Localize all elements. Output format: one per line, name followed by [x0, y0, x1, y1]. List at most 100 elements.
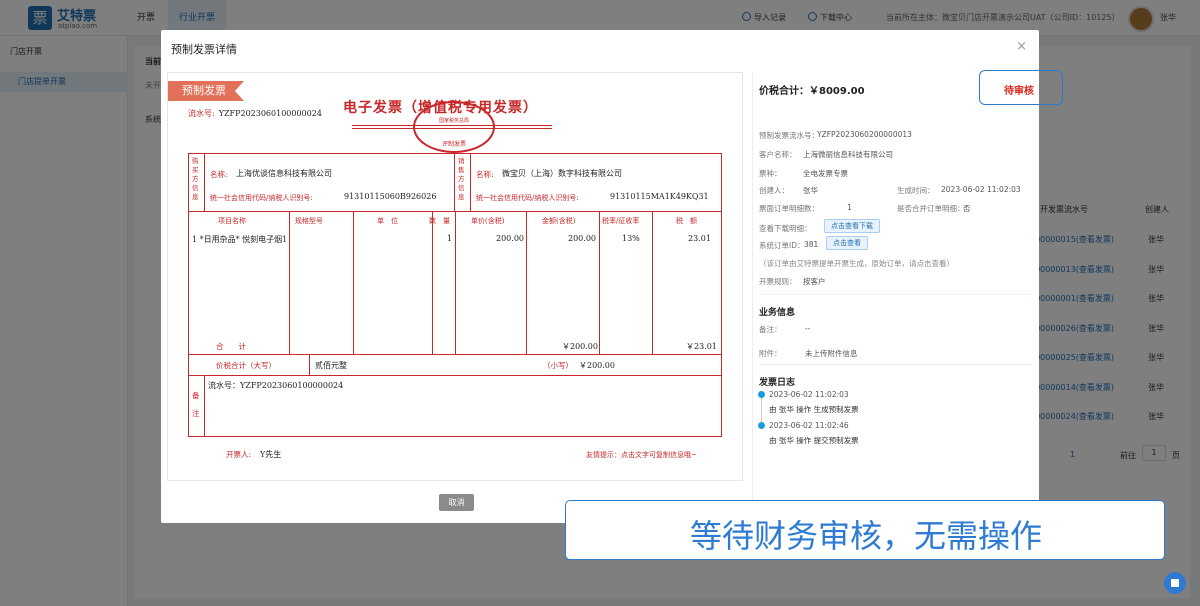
remark-value: --: [805, 324, 811, 333]
invoice-serial[interactable]: 流水号: YZFP2023060100000024: [188, 108, 322, 119]
field-value-merge: 否: [963, 204, 971, 213]
field-label-rule: 开票规则：: [759, 277, 797, 286]
buyer-tax-id-label: 统一社会信用代码/纳税人识别号:: [210, 194, 313, 202]
seller-name[interactable]: 微宝贝（上海）数字科技有限公司: [502, 168, 622, 179]
grid-line: [432, 211, 433, 354]
prefab-invoice-tag: 预制发票: [168, 81, 244, 101]
log-dot: [758, 391, 765, 398]
invoice-detail-modal: 预制发票详情 × 预制发票 流水号: YZFP2023060100000024 电…: [161, 30, 1063, 523]
grid-line: [526, 211, 527, 354]
total-small-label: （小写）: [543, 361, 573, 370]
remark-text[interactable]: 流水号：YZFP2023060100000024: [208, 380, 343, 391]
col-spec: 规格型号: [295, 217, 323, 225]
field-value-detail-count: 1: [847, 203, 852, 212]
invoice-seal: 国家税务总局 评制发票: [413, 101, 495, 153]
item-rate: 13%: [622, 234, 640, 243]
col-tax: 税 额: [676, 217, 697, 225]
business-info-title: 业务信息: [759, 308, 796, 318]
total-value: ￥8009.00: [809, 86, 865, 97]
field-label-serial: 预制发票流水号：: [759, 131, 819, 140]
log-time: 2023-06-02 11:02:03: [769, 390, 849, 399]
field-value-rule: 按客户: [803, 277, 826, 286]
buyer-tax-id[interactable]: 91310115060B926026: [344, 192, 436, 201]
invoice-log-title: 发票日志: [759, 378, 796, 388]
log-dot: [758, 422, 765, 429]
close-icon[interactable]: ×: [1016, 39, 1027, 54]
buyer-side-label: 购买方信息: [192, 157, 199, 201]
cancel-button[interactable]: 取消: [439, 494, 474, 511]
panel-divider: [752, 72, 753, 523]
field-value-creator: 张华: [803, 186, 818, 195]
subtotal-amount: ￥200.00: [562, 342, 598, 351]
total-label: 价税合计：: [759, 86, 809, 97]
field-value-type: 全电发票专票: [803, 169, 848, 178]
field-label-type: 票种：: [759, 169, 782, 178]
field-value-order-id: 381: [804, 240, 819, 249]
field-label-order-id: 系统订单ID：: [759, 241, 805, 250]
item-price: 200.00: [496, 234, 524, 243]
serial-value: YZFP2023060100000024: [218, 109, 322, 118]
invoice: 预制发票 流水号: YZFP2023060100000024 电子发票（增值税专用…: [168, 73, 744, 482]
item-amount: 200.00: [568, 234, 596, 243]
total-amount: 价税合计：￥8009.00: [759, 82, 865, 97]
seal-bottom-text: 评制发票: [441, 141, 466, 148]
status-banner: 等待财务审核，无需操作: [565, 500, 1165, 560]
attachment-label: 附件：: [759, 349, 782, 358]
log-text: 由 张华 操作 提交预制发票: [769, 436, 859, 445]
remark-side-label: 备注: [192, 391, 200, 418]
remark-label: 备注：: [759, 325, 782, 334]
grid-line: [309, 354, 310, 375]
serial-label: 流水号:: [188, 109, 215, 118]
invoice-preview: 预制发票 流水号: YZFP2023060100000024 电子发票（增值税专用…: [167, 72, 743, 481]
total-small: ￥200.00: [579, 361, 615, 370]
log-time: 2023-06-02 11:02:46: [769, 421, 849, 430]
item-name[interactable]: 1 *日用杂品* 悦刻电子烟1: [192, 234, 288, 246]
seller-side-label: 销售方信息: [458, 157, 465, 201]
seller-name-label: 名称:: [476, 170, 494, 179]
grid-line: [204, 153, 205, 211]
total-upper: 贰佰元整: [315, 361, 347, 370]
divider: [759, 294, 1032, 295]
issuer: Y先生: [260, 450, 282, 459]
buyer-name[interactable]: 上海优谈信息科技有限公司: [236, 168, 332, 179]
grid-line: [289, 211, 290, 354]
seal-top-text: 国家税务总局: [438, 118, 469, 124]
help-chat-icon[interactable]: [1164, 572, 1186, 594]
buyer-name-label: 名称:: [210, 170, 228, 179]
col-unit: 单 位: [377, 217, 398, 225]
col-amount: 金额(含税): [542, 217, 576, 225]
status-badge: 待审核: [1004, 86, 1034, 97]
banner-text: 等待财务审核，无需操作: [689, 517, 1042, 555]
issuer-label: 开票人:: [226, 450, 252, 459]
order-note: （该订单由艾特票提单开票生成，原始订单，请点击查看）: [759, 259, 954, 268]
view-download-button[interactable]: 点击查看下载: [824, 219, 880, 233]
seller-tax-id-label: 统一社会信用代码/纳税人识别号:: [476, 194, 579, 202]
copy-tip: 友情提示：点击文字可复制信息哦~: [586, 451, 697, 459]
field-label-view-download: 查看下载明细：: [759, 224, 812, 233]
field-label-customer: 客户名称：: [759, 150, 797, 159]
total-upper-label: 价税合计（大写）: [216, 361, 276, 370]
grid-line: [455, 211, 456, 354]
modal-title: 预制发票详情: [171, 43, 237, 56]
log-text: 由 张华 操作 生成预制发票: [769, 405, 859, 414]
subtotal-label: 合 计: [216, 342, 246, 351]
grid-line: [470, 153, 471, 211]
grid-line: [188, 354, 722, 355]
col-price: 单价(含税): [471, 217, 505, 225]
grid-line: [204, 375, 205, 437]
field-label-created-time: 生成时间：: [897, 186, 935, 195]
field-label-detail-count: 票面订单明细数：: [759, 204, 819, 213]
grid-line: [188, 375, 722, 376]
view-order-button[interactable]: 点击查看: [826, 236, 868, 250]
seller-tax-id[interactable]: 91310115MA1K49KQ31: [610, 192, 709, 201]
field-value-customer: 上海微丽信息科技有限公司: [803, 150, 893, 159]
grid-line: [454, 153, 455, 211]
grid-line: [599, 211, 600, 354]
field-value-created-time: 2023-06-02 11:02:03: [941, 185, 1021, 194]
col-rate: 税率/征收率: [602, 217, 640, 225]
col-item: 项目名称: [218, 217, 246, 225]
subtotal-tax: ￥23.01: [686, 342, 717, 351]
divider: [759, 364, 1032, 365]
item-tax: 23.01: [688, 234, 711, 243]
field-label-creator: 创建人：: [759, 186, 789, 195]
